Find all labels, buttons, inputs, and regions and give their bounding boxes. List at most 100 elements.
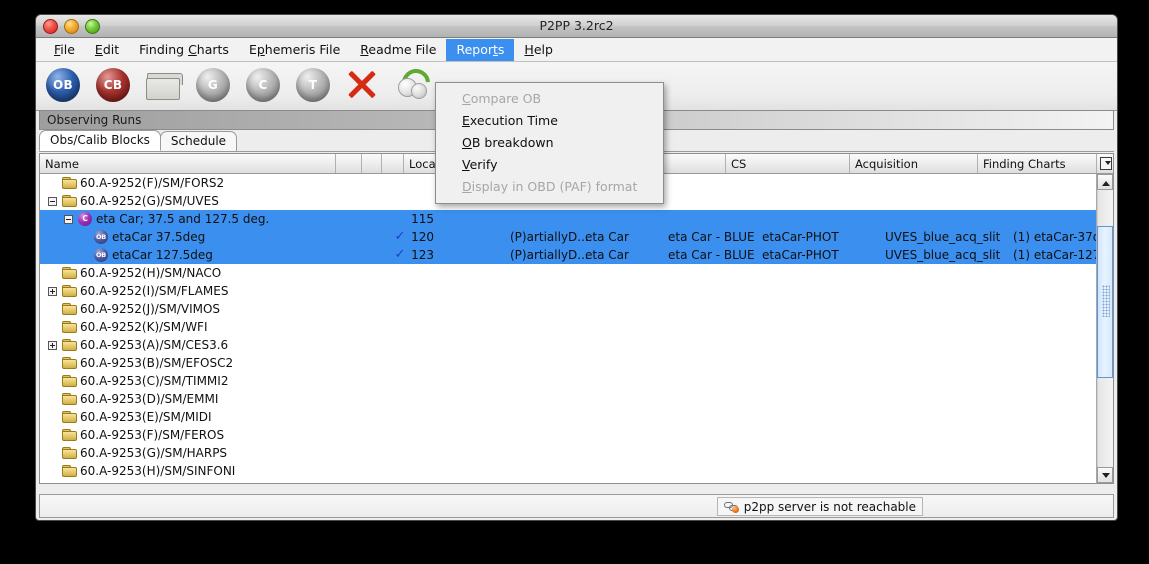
row-name: etaCar 127.5deg [112, 246, 213, 264]
window-titlebar[interactable]: P2PP 3.2rc2 [36, 15, 1117, 38]
table-row[interactable]: 60.A-9253(H)/SM/SINFONI [40, 462, 1097, 480]
concatenation-button[interactable]: C [246, 68, 282, 104]
red-x-icon [346, 68, 378, 100]
menu-reports[interactable]: Reports [446, 39, 514, 61]
table-row[interactable]: 60.A-9252(K)/SM/WFI [40, 318, 1097, 336]
ob-icon: OB [94, 230, 108, 244]
table-row[interactable]: 60.A-9253(E)/SM/MIDI [40, 408, 1097, 426]
menuitem-verify[interactable]: Verify [436, 154, 663, 176]
row-name: 60.A-9253(C)/SM/TIMMI2 [80, 372, 228, 390]
menu-hp-rest: elp [534, 42, 553, 57]
folder-icon [62, 357, 77, 369]
scrollbar-grip-icon [1102, 285, 1110, 317]
table-row[interactable]: 60.A-9253(D)/SM/EMMI [40, 390, 1097, 408]
new-folder-button[interactable] [146, 68, 182, 104]
row-acquisition: UVES_blue_acq_slit [885, 228, 1000, 246]
menu-readme-file[interactable]: Readme File [350, 39, 446, 61]
folder-icon [62, 393, 77, 405]
mi-4-rest: erify [470, 157, 498, 172]
concatenation-icon: C [78, 212, 92, 226]
new-ob-button[interactable]: OB [46, 68, 82, 104]
p2pp-main-window: P2PP 3.2rc2 File Edit Finding Charts Eph… [35, 14, 1118, 521]
vertical-scrollbar[interactable] [1096, 174, 1113, 483]
row-name: 60.A-9253(D)/SM/EMMI [80, 390, 218, 408]
column-header-acquisition[interactable]: Acquisition [850, 154, 978, 173]
folder-icon [62, 429, 77, 441]
tree-expand-icon[interactable] [48, 341, 57, 350]
tree-collapse-icon[interactable] [64, 215, 73, 224]
table-row[interactable]: OBetaCar 127.5deg✓123(P)artiallyD...eta … [40, 246, 1097, 264]
tab-schedule[interactable]: Schedule [160, 131, 237, 151]
tree-collapse-icon[interactable] [48, 197, 57, 206]
folder-icon [62, 447, 77, 459]
row-name: 60.A-9252(F)/SM/FORS2 [80, 174, 224, 192]
row-acquisition: UVES_blue_acq_slit [885, 246, 1000, 264]
table-row[interactable]: OBetaCar 37.5deg✓120(P)artiallyD...eta C… [40, 228, 1097, 246]
menu-finding-charts[interactable]: Finding Charts [129, 39, 239, 61]
column-header-finding-charts[interactable]: Finding Charts [978, 154, 1106, 173]
row-name: 60.A-9252(G)/SM/UVES [80, 192, 219, 210]
table-row[interactable]: 60.A-9253(C)/SM/TIMMI2 [40, 372, 1097, 390]
table-row[interactable]: 60.A-9253(B)/SM/EFOSC2 [40, 354, 1097, 372]
row-name: 60.A-9253(G)/SM/HARPS [80, 444, 227, 462]
menu-file[interactable]: File [44, 39, 85, 61]
column-header-name[interactable]: Name [40, 154, 336, 173]
new-cb-button[interactable]: CB [96, 68, 132, 104]
green-refresh-icon [396, 68, 428, 100]
table-row[interactable]: 60.A-9253(G)/SM/HARPS [40, 444, 1097, 462]
menu-file-rest: ile [60, 42, 75, 57]
grid-icon [1100, 157, 1112, 170]
scroll-down-button[interactable] [1097, 467, 1113, 483]
menu-help[interactable]: Help [514, 39, 563, 61]
menuitem-execution-time[interactable]: Execution Time [436, 110, 663, 132]
folder-icon [146, 73, 180, 100]
column-header-cs[interactable]: CS [726, 154, 850, 173]
table-row[interactable]: 60.A-9253(A)/SM/CES3.6 [40, 336, 1097, 354]
row-id: 115 [398, 210, 434, 228]
scroll-up-button[interactable] [1097, 174, 1113, 190]
mi-2-rest: xecution Time [470, 113, 558, 128]
table-row[interactable]: 60.A-9252(H)/SM/NACO [40, 264, 1097, 282]
row-name: 60.A-9252(J)/SM/VIMOS [80, 300, 220, 318]
row-name: 60.A-9252(H)/SM/NACO [80, 264, 221, 282]
menu-ephemeris-file[interactable]: Ephemeris File [239, 39, 350, 61]
server-status: p2pp server is not reachable [717, 497, 923, 516]
time-link-button[interactable]: T [296, 68, 332, 104]
menuitem-ob-breakdown[interactable]: OB breakdown [436, 132, 663, 154]
row-name: 60.A-9253(A)/SM/CES3.6 [80, 336, 228, 354]
delete-button[interactable] [346, 68, 382, 104]
group-button[interactable]: G [196, 68, 232, 104]
scrollbar-thumb[interactable] [1097, 226, 1113, 378]
table-body: 60.A-9252(F)/SM/FORS260.A-9252(G)/SM/UVE… [40, 174, 1097, 483]
concatenation-orb-icon: C [246, 68, 280, 102]
window-title: P2PP 3.2rc2 [36, 18, 1117, 33]
menu-rp-b: s [498, 42, 505, 57]
table-row[interactable]: 60.A-9252(I)/SM/FLAMES [40, 282, 1097, 300]
menu-edit[interactable]: Edit [85, 39, 129, 61]
row-od: eta Car - BLUE [668, 246, 755, 264]
row-name: 60.A-9253(F)/SM/FEROS [80, 426, 224, 444]
row-name: etaCar 37.5deg [112, 228, 205, 246]
row-finding-charts: (1) etaCar-37deg.... [1013, 228, 1097, 246]
group-orb-icon: G [196, 68, 230, 102]
menu-fc-a: Finding [139, 42, 188, 57]
refresh-button[interactable] [396, 68, 432, 104]
row-id: 123 [398, 246, 434, 264]
menuitem-compare-ob[interactable]: Compare OB [436, 88, 663, 110]
menuitem-display-obd-paf[interactable]: Display in OBD (PAF) format [436, 176, 663, 198]
tree-expand-icon[interactable] [48, 287, 57, 296]
table-row[interactable]: 60.A-9253(F)/SM/FEROS [40, 426, 1097, 444]
time-link-orb-icon: T [296, 68, 330, 102]
mi-3-rest: B breakdown [472, 135, 554, 150]
column-chooser-button[interactable] [1096, 154, 1113, 173]
column-header-blank-b[interactable] [362, 154, 382, 173]
table-row[interactable]: Ceta Car; 37.5 and 127.5 deg.115 [40, 210, 1097, 228]
mi-5-rest: isplay in OBD (PAF) format [472, 179, 638, 194]
column-header-blank-a[interactable] [336, 154, 362, 173]
statusbar: p2pp server is not reachable [39, 494, 1114, 518]
column-header-blank-c[interactable] [382, 154, 404, 173]
menu-ef-b: hemeris File [265, 42, 341, 57]
ob-orb-icon: OB [46, 68, 80, 102]
table-row[interactable]: 60.A-9252(J)/SM/VIMOS [40, 300, 1097, 318]
tab-obs-calib-blocks[interactable]: Obs/Calib Blocks [39, 130, 161, 151]
